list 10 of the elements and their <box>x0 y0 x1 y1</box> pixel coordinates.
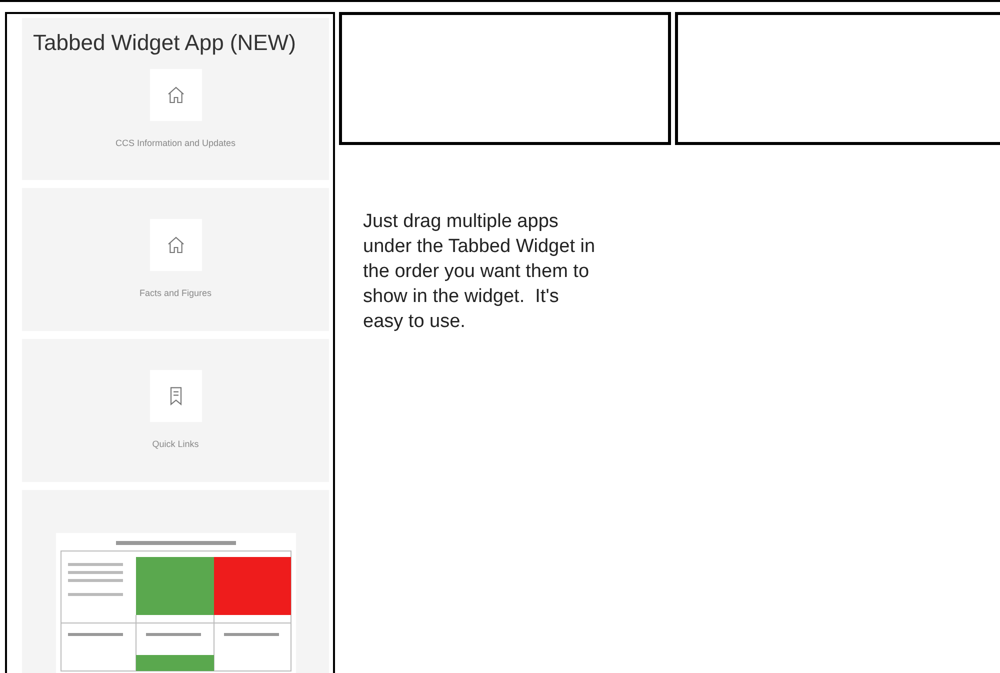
app-label: Quick Links <box>152 438 199 451</box>
app-tile[interactable] <box>22 490 329 673</box>
home-icon <box>166 84 186 104</box>
app-label: CCS Information and Updates <box>115 136 236 150</box>
app-tile[interactable]: Quick Links <box>22 339 329 482</box>
home-icon <box>166 234 186 255</box>
instruction-text: Just drag multiple apps under the Tabbed Widget in the order you want them to show in the widget. It's easy to use. <box>363 210 596 334</box>
app-tile[interactable]: Facts and Figures <box>22 188 329 331</box>
app-label: Facts and Figures <box>139 286 212 300</box>
widget-title: Tabbed Widget App (NEW) <box>33 29 296 57</box>
